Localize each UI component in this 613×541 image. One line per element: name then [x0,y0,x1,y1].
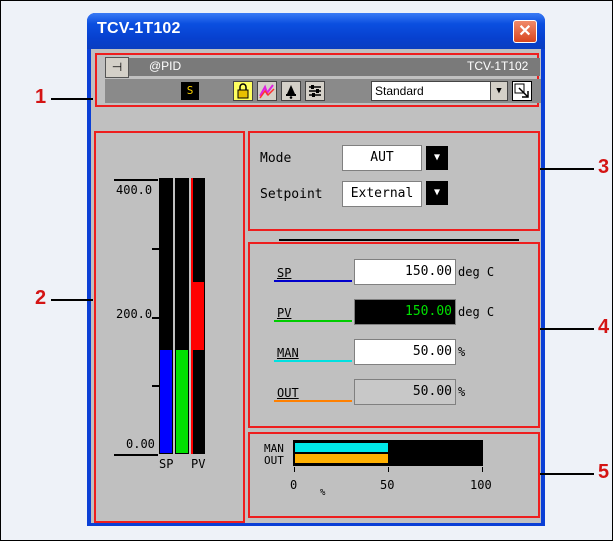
sp-unit: deg C [458,265,495,279]
mode-value: AUT [370,150,394,165]
alarm-button[interactable] [281,81,301,101]
resize-button[interactable] [512,81,532,101]
tick-mark-0 [294,467,295,472]
chevron-down-icon: ▼ [433,152,441,163]
pv-color-line [274,320,352,322]
callout-3-line [540,168,594,170]
display-mode-value: Standard [375,84,424,98]
section-4-values: SP 150.00 deg C PV 150.00 deg C MAN 50.0… [248,242,540,428]
pv-bar [191,178,205,454]
sp-row-label: SP [277,266,292,280]
tuning-button[interactable] [305,81,325,101]
out-unit: % [458,385,466,399]
chevron-down-icon[interactable]: ▼ [490,82,507,100]
window-title: TCV-1T102 [97,20,181,37]
faceplate-client: ⊣ @PID TCV-1T102 S Standard ▼ 400.0 200.… [91,49,541,523]
out-output-bar [295,454,388,463]
out-row-label: OUT [277,386,299,400]
pin-icon: ⊣ [111,60,123,74]
setpoint-label: Setpoint [260,187,323,202]
man-value: 50.00 [412,344,452,359]
section-1-toolbar: ⊣ @PID TCV-1T102 S Standard ▼ [95,53,541,107]
title-bar[interactable]: TCV-1T102 ✕ [87,13,545,49]
sp-color-line [274,280,352,282]
faceplate-window: TCV-1T102 ✕ ⊣ @PID TCV-1T102 S Standard … [87,13,545,526]
block-type: @PID [149,59,182,73]
man-bar-fill [176,350,188,453]
pv-row-label: PV [277,306,292,320]
close-button[interactable]: ✕ [513,20,537,43]
out-bar-label: OUT [264,454,284,467]
scale-tick-low [114,454,158,456]
callout-5: 5 [598,461,610,483]
tick-mark-50 [388,467,389,472]
tuning-icon [309,85,321,97]
scale-low-label: 0.00 [126,437,155,451]
sp-bar-fill [160,350,172,453]
scale-tick-high [114,179,158,181]
callout-1: 1 [35,86,47,108]
trend-button[interactable] [257,81,277,101]
sp-bar [159,178,173,454]
pin-button[interactable]: ⊣ [105,57,129,78]
display-mode-select[interactable]: Standard ▼ [371,81,508,101]
resize-icon [514,83,529,98]
tag-name: TCV-1T102 [467,59,529,73]
pv-bar-fill [192,281,204,351]
percent-unit-label: % [320,488,326,498]
chevron-down-icon: ▼ [433,187,441,198]
pv-display: 150.00 [354,299,456,325]
callout-4: 4 [598,316,610,338]
mode-dropdown-button[interactable]: ▼ [426,146,448,170]
sp-bar-label: SP [159,457,174,471]
callout-2: 2 [35,287,47,309]
trend-icon [259,84,275,99]
pv-unit: deg C [458,305,495,319]
out-color-line [274,400,352,402]
sp-value: 150.00 [405,264,452,279]
callout-2-line [51,299,93,301]
status-indicator: S [181,82,199,100]
man-output-bar [295,443,388,452]
mode-field[interactable]: AUT [342,145,422,171]
tick-label-100: 100 [470,478,492,492]
section-2-bargraph: 400.0 200.0 0.00 SP PV [94,131,245,523]
scale-high-label: 400.0 [116,183,153,197]
pv-bar-label: PV [191,457,206,471]
man-row-label: MAN [277,346,299,360]
man-unit: % [458,345,466,359]
output-bar-frame [293,440,483,466]
bell-icon [286,85,296,99]
callout-5-line [540,473,594,475]
sp-input[interactable]: 150.00 [354,259,456,285]
man-input[interactable]: 50.00 [354,339,456,365]
man-color-line [274,360,352,362]
out-value: 50.00 [412,384,452,399]
setpoint-field[interactable]: External [342,181,422,207]
close-icon: ✕ [518,23,532,40]
tick-mark-100 [482,467,483,472]
callout-3: 3 [598,156,610,178]
setpoint-dropdown-button[interactable]: ▼ [426,181,448,205]
scale-mid-label: 200.0 [116,307,153,321]
callout-1-line [51,98,93,100]
tool-row: S Standard ▼ [105,79,541,103]
tick-label-0: 0 [290,478,298,492]
section-3-mode: Mode AUT ▼ Setpoint External ▼ [248,131,540,231]
out-display: 50.00 [354,379,456,405]
pv-value: 150.00 [405,304,452,319]
mode-label: Mode [260,151,292,166]
man-bar [175,178,189,454]
screenshot-frame: TCV-1T102 ✕ ⊣ @PID TCV-1T102 S Standard … [0,0,613,541]
callout-4-line [540,328,594,330]
section-divider [279,239,519,241]
section-5-output-bar: MAN OUT 0 % 50 100 [248,432,540,518]
setpoint-value: External [350,186,414,201]
lock-icon [237,83,249,99]
lock-button[interactable] [233,81,253,101]
pv-bar-edge [191,178,193,454]
tick-label-50: 50 [380,478,395,492]
